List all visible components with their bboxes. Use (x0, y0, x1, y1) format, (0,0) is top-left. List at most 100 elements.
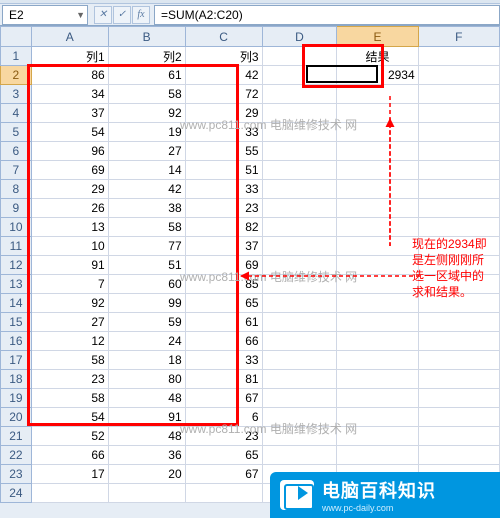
row-header[interactable]: 22 (1, 446, 32, 465)
cell[interactable] (337, 104, 418, 123)
cell[interactable] (337, 85, 418, 104)
cell[interactable]: 92 (108, 104, 185, 123)
cell[interactable] (262, 142, 337, 161)
cell[interactable]: 20 (108, 465, 185, 484)
row-header[interactable]: 16 (1, 332, 32, 351)
cell[interactable]: 77 (108, 237, 185, 256)
cell[interactable] (337, 370, 418, 389)
cell[interactable] (108, 484, 185, 503)
cell[interactable]: 29 (31, 180, 108, 199)
cell[interactable]: 18 (108, 351, 185, 370)
cell[interactable]: 37 (31, 104, 108, 123)
cell[interactable] (262, 332, 337, 351)
cell[interactable]: 19 (108, 123, 185, 142)
cell[interactable] (418, 199, 499, 218)
cell[interactable]: 48 (108, 427, 185, 446)
cell[interactable]: 51 (108, 256, 185, 275)
row-header[interactable]: 9 (1, 199, 32, 218)
cell[interactable]: 列3 (185, 47, 262, 66)
cell[interactable] (418, 180, 499, 199)
cell[interactable]: 80 (108, 370, 185, 389)
row-header[interactable]: 18 (1, 370, 32, 389)
cell[interactable]: 42 (108, 180, 185, 199)
cell[interactable]: 81 (185, 370, 262, 389)
cell[interactable] (418, 313, 499, 332)
cell[interactable]: 33 (185, 123, 262, 142)
cell[interactable] (337, 313, 418, 332)
cell[interactable] (418, 332, 499, 351)
cell[interactable] (337, 294, 418, 313)
cell[interactable] (262, 180, 337, 199)
cell[interactable] (418, 161, 499, 180)
cell[interactable]: 66 (185, 332, 262, 351)
formula-input[interactable] (159, 7, 495, 23)
cell[interactable]: 92 (31, 294, 108, 313)
col-header[interactable]: C (185, 27, 262, 47)
cell[interactable]: 38 (108, 199, 185, 218)
col-header[interactable]: A (31, 27, 108, 47)
cell[interactable]: 26 (31, 199, 108, 218)
cell[interactable] (185, 484, 262, 503)
cell[interactable]: 23 (185, 427, 262, 446)
cell[interactable]: 13 (31, 218, 108, 237)
row-header[interactable]: 2 (1, 66, 32, 85)
cell[interactable] (262, 351, 337, 370)
cell[interactable] (262, 427, 337, 446)
row-header[interactable]: 3 (1, 85, 32, 104)
cell[interactable]: 67 (185, 389, 262, 408)
cell[interactable]: 24 (108, 332, 185, 351)
cell[interactable] (262, 123, 337, 142)
row-header[interactable]: 4 (1, 104, 32, 123)
cell[interactable] (262, 104, 337, 123)
cell[interactable] (337, 446, 418, 465)
cell[interactable] (337, 427, 418, 446)
cell[interactable]: 55 (185, 142, 262, 161)
row-header[interactable]: 7 (1, 161, 32, 180)
cell[interactable] (337, 408, 418, 427)
col-header[interactable]: D (262, 27, 337, 47)
cell[interactable]: 23 (185, 199, 262, 218)
cell[interactable]: 14 (108, 161, 185, 180)
cell[interactable] (418, 123, 499, 142)
cell[interactable]: 列1 (31, 47, 108, 66)
cell[interactable] (418, 427, 499, 446)
cell[interactable] (262, 313, 337, 332)
row-header[interactable]: 19 (1, 389, 32, 408)
cell[interactable]: 65 (185, 294, 262, 313)
cell[interactable]: 99 (108, 294, 185, 313)
cell[interactable] (418, 66, 499, 85)
cancel-icon[interactable]: ✕ (94, 6, 112, 24)
cell[interactable] (262, 370, 337, 389)
cell[interactable]: 结果 (337, 47, 418, 66)
cell[interactable]: 61 (185, 313, 262, 332)
cell[interactable]: 23 (31, 370, 108, 389)
cell[interactable] (418, 370, 499, 389)
cell[interactable] (337, 256, 418, 275)
cell[interactable]: 27 (108, 142, 185, 161)
cell[interactable]: 29 (185, 104, 262, 123)
cell[interactable]: 91 (31, 256, 108, 275)
cell[interactable] (262, 66, 337, 85)
cell[interactable]: 51 (185, 161, 262, 180)
col-header[interactable]: E (337, 27, 418, 47)
cell[interactable] (262, 389, 337, 408)
cell[interactable]: 69 (31, 161, 108, 180)
cell[interactable] (262, 294, 337, 313)
cell[interactable]: 列2 (108, 47, 185, 66)
row-header[interactable]: 5 (1, 123, 32, 142)
cell[interactable] (418, 218, 499, 237)
fx-icon[interactable]: fx (132, 6, 150, 24)
cell[interactable]: 17 (31, 465, 108, 484)
cell[interactable]: 42 (185, 66, 262, 85)
cell[interactable] (262, 408, 337, 427)
row-header[interactable]: 23 (1, 465, 32, 484)
cell[interactable]: 52 (31, 427, 108, 446)
chevron-down-icon[interactable]: ▼ (76, 10, 85, 20)
cell[interactable] (337, 275, 418, 294)
cell[interactable] (262, 218, 337, 237)
row-header[interactable]: 6 (1, 142, 32, 161)
name-box[interactable]: E2 ▼ (2, 5, 88, 25)
cell[interactable]: 86 (31, 66, 108, 85)
cell[interactable] (418, 47, 499, 66)
cell[interactable]: 54 (31, 408, 108, 427)
